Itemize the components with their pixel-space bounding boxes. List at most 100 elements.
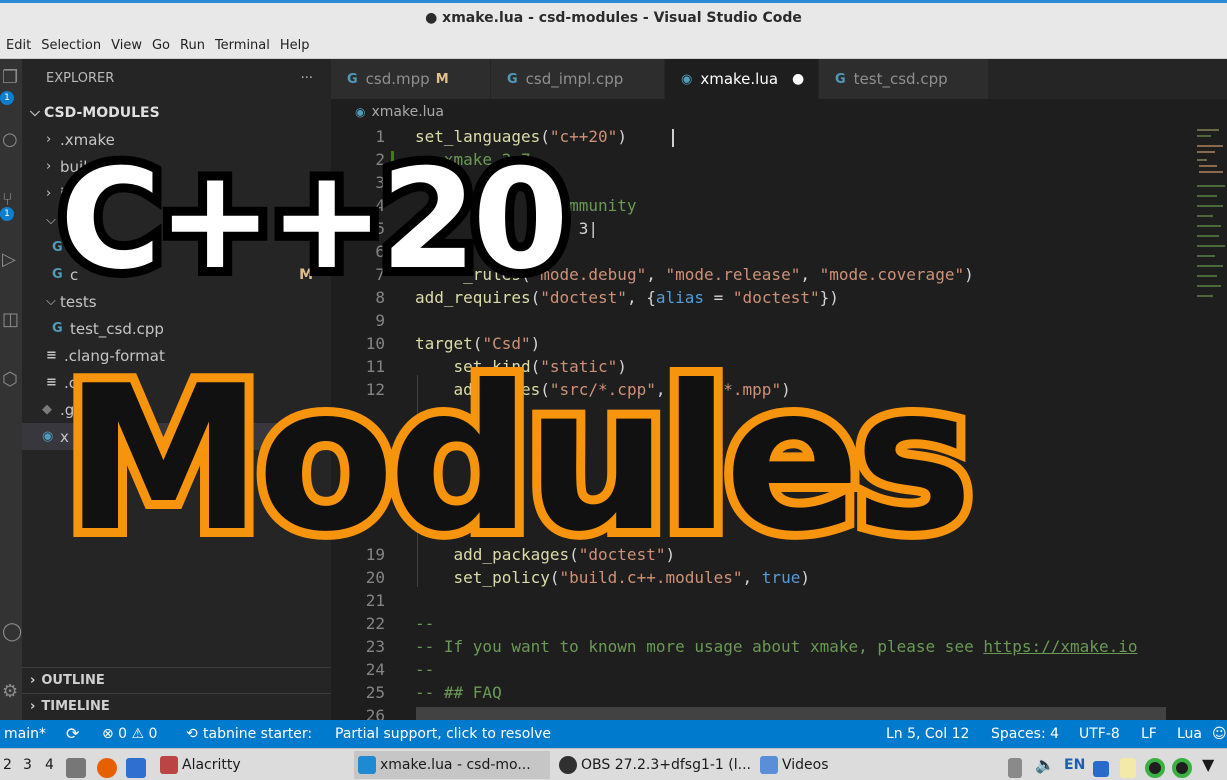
menu-selection[interactable]: Selection <box>41 38 101 53</box>
tab-label: csd_impl.cpp <box>525 70 624 88</box>
end-of-line[interactable]: LF <box>1141 720 1157 748</box>
chevron-down-icon: ⌵ <box>46 213 56 228</box>
tab-label: csd.mpp <box>365 70 430 88</box>
code-token: , <box>800 265 820 284</box>
code-token: "mode.coverage" <box>819 265 965 284</box>
tabnine-message[interactable]: Partial support, click to resolve <box>335 720 551 748</box>
problems-indicator[interactable]: ⊗ 0 ⚠ 0 <box>102 720 157 748</box>
title-bar: ● xmake.lua - csd-modules - Visual Studi… <box>0 0 1227 33</box>
task-label: xmake.lua - csd-mo... <box>380 757 531 773</box>
status-green-icon-2[interactable] <box>1172 749 1196 780</box>
menu-help[interactable]: Help <box>280 38 310 53</box>
chevron-down-icon: ⌵ <box>30 105 40 120</box>
tab-test-csd[interactable]: G test_csd.cpp <box>819 59 989 99</box>
task-label: Alacritty <box>182 757 241 773</box>
line-code: -- If you want to known more usage about… <box>415 635 1137 658</box>
window-icon[interactable] <box>126 749 150 780</box>
tab-csd-mpp[interactable]: G csd.mpp M <box>331 59 491 99</box>
cpp-file-icon: G <box>52 321 63 336</box>
wifi-icon[interactable]: ▼ <box>1202 749 1214 780</box>
project-root[interactable]: ⌵ CSD-MODULES <box>22 99 331 126</box>
code-line[interactable]: 24 -- <box>331 658 1191 681</box>
clipboard-icon[interactable] <box>1008 749 1026 780</box>
volume-icon[interactable]: 🔈 <box>1035 749 1055 780</box>
lua-file-icon: ◉ <box>355 105 366 119</box>
indentation[interactable]: Spaces: 4 <box>991 720 1059 748</box>
line-number: 26 <box>365 706 385 720</box>
code-line[interactable]: 23 -- If you want to known more usage abo… <box>331 635 1191 658</box>
more-actions-icon[interactable]: ··· <box>301 71 313 86</box>
explorer-title: EXPLORER <box>46 70 115 86</box>
workspace-2[interactable]: 2 <box>3 749 12 780</box>
explorer-icon[interactable]: ❐ <box>0 65 22 91</box>
cursor-position[interactable]: Ln 5, Col 12 <box>886 720 969 748</box>
minimap[interactable] <box>1193 125 1227 315</box>
project-root-label: CSD-MODULES <box>44 104 160 121</box>
chevron-right-icon: › <box>46 159 52 174</box>
horizontal-scrollbar[interactable] <box>416 707 1166 720</box>
explorer-badge: 1 <box>0 91 14 105</box>
task-obs[interactable]: OBS 27.2.3+dfsg1-1 (l... <box>555 751 751 779</box>
code-token: -- <box>415 614 435 633</box>
breadcrumb[interactable]: ◉ xmake.lua <box>331 99 1227 125</box>
outline-panel[interactable]: › OUTLINE <box>22 667 331 693</box>
task-videos[interactable]: Videos <box>756 751 946 779</box>
status-green-icon-1[interactable] <box>1145 749 1169 780</box>
modified-badge: M <box>435 71 449 87</box>
code-token: ) <box>617 127 627 146</box>
cpp-file-icon: G <box>835 71 846 87</box>
run-debug-icon[interactable]: ▷ <box>0 247 22 273</box>
network-icon[interactable] <box>1093 749 1113 780</box>
menu-edit[interactable]: Edit <box>6 38 31 53</box>
unsaved-dot-icon[interactable]: ● <box>792 71 804 87</box>
tab-label: test_csd.cpp <box>853 70 948 88</box>
code-token: }) <box>819 288 839 307</box>
menu-view[interactable]: View <box>111 38 142 53</box>
account-icon[interactable]: ◯ <box>0 619 22 645</box>
keyboard-layout[interactable]: EN <box>1064 749 1085 780</box>
remote-explorer-icon[interactable]: ⬡ <box>0 367 22 393</box>
chevron-right-icon: › <box>30 699 36 714</box>
tabnine-status[interactable]: tabnine starter: <box>203 720 312 748</box>
menu-run[interactable]: Run <box>180 38 205 53</box>
tab-xmake-lua[interactable]: ◉ xmake.lua ● <box>665 59 819 99</box>
menu-terminal[interactable]: Terminal <box>215 38 270 53</box>
tab-csd-impl[interactable]: G csd_impl.cpp <box>491 59 665 99</box>
overlay-title-modules: Modules <box>55 343 982 576</box>
file-manager-icon[interactable] <box>66 749 90 780</box>
code-token[interactable]: https://xmake.io <box>983 637 1137 656</box>
activity-bar: ❐ 1 ○ ⑂ 1 ▷ ◫ ⬡ ◯ ⚙ <box>0 59 22 720</box>
language-mode[interactable]: Lua <box>1177 720 1202 748</box>
breadcrumb-file: xmake.lua <box>371 104 444 120</box>
search-icon[interactable]: ○ <box>0 127 22 153</box>
sync-icon[interactable]: ⟳ <box>66 720 79 748</box>
cpp-file-icon: G <box>347 71 358 87</box>
code-token: alias <box>655 288 705 307</box>
encoding[interactable]: UTF-8 <box>1079 720 1120 748</box>
line-number: 24 <box>365 660 385 679</box>
code-line[interactable]: 9 <box>331 309 1191 332</box>
firefox-icon[interactable] <box>97 749 121 780</box>
menu-bar: Edit Selection View Go Run Terminal Help <box>0 33 1227 59</box>
chevron-right-icon: › <box>46 186 52 201</box>
workspace-4[interactable]: 4 <box>45 749 54 780</box>
menu-go[interactable]: Go <box>152 38 170 53</box>
settings-gear-icon[interactable]: ⚙ <box>0 679 22 705</box>
workspace-3[interactable]: 3 <box>23 749 32 780</box>
extensions-icon[interactable]: ◫ <box>0 307 22 333</box>
tree-item-test-csd[interactable]: G test_csd.cpp <box>22 315 331 342</box>
git-branch[interactable]: main* <box>4 720 46 748</box>
task-label: Videos <box>782 757 829 773</box>
code-line[interactable]: 22 -- <box>331 612 1191 635</box>
code-line[interactable]: 25 -- ## FAQ <box>331 681 1191 704</box>
vscode-icon <box>358 756 376 774</box>
cpp-file-icon: G <box>507 71 518 87</box>
task-alacritty[interactable]: Alacritty <box>156 751 346 779</box>
task-vscode[interactable]: xmake.lua - csd-mo... <box>354 751 550 779</box>
chevron-right-icon: › <box>30 673 36 688</box>
notes-icon[interactable] <box>1120 749 1140 780</box>
feedback-icon[interactable]: ☺ <box>1212 720 1227 748</box>
tree-item-label: test_csd.cpp <box>70 319 164 338</box>
timeline-panel[interactable]: › TIMELINE <box>22 693 331 719</box>
code-line[interactable]: 21 <box>331 589 1191 612</box>
